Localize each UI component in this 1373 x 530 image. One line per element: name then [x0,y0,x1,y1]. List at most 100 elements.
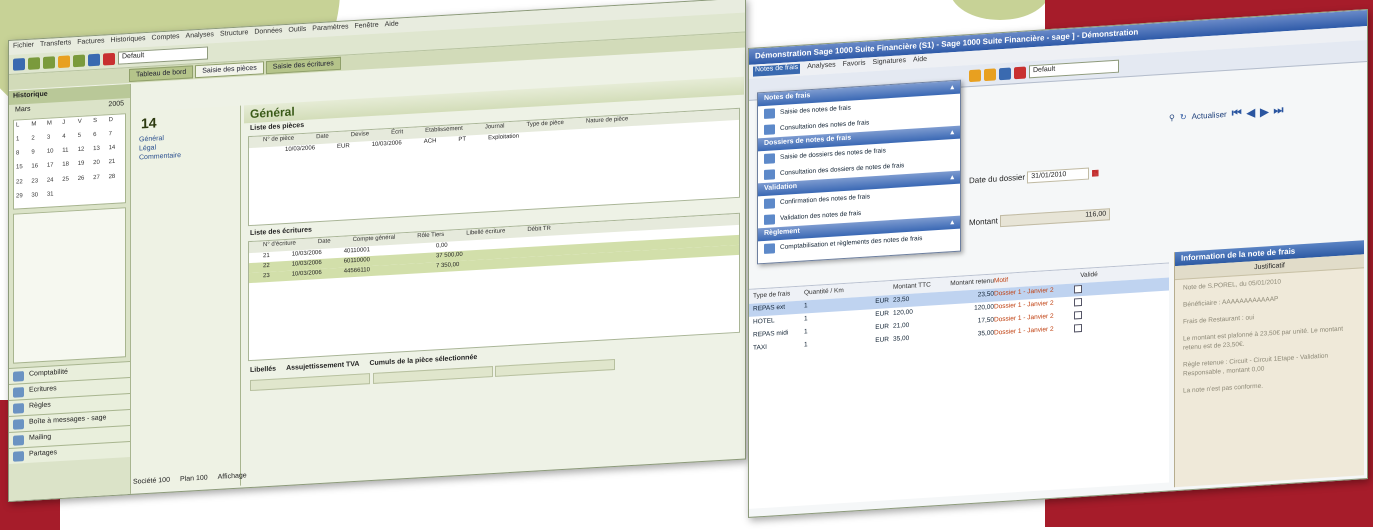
menu-item[interactable]: Transferts [40,39,71,51]
menu-item[interactable]: Signatures [873,57,906,69]
view-combo[interactable]: Default [1029,59,1119,79]
refresh-icon[interactable]: ↻ [1180,112,1187,121]
chevron-up-icon[interactable]: ▴ [950,218,954,227]
menu-item[interactable]: Analyses [186,31,214,43]
calendar-year[interactable]: 2005 [108,100,124,108]
save-icon[interactable] [28,56,40,70]
column-header[interactable]: Quantité / Km [804,286,859,297]
calendar-day[interactable]: 19 [78,161,92,175]
menu-item[interactable]: Données [254,27,282,39]
calendar-day[interactable]: 9 [31,149,45,163]
menu-item[interactable]: Fenêtre [354,22,378,33]
filter-icon[interactable]: ⚲ [1169,113,1175,122]
valid-checkbox[interactable] [1074,284,1082,294]
calendar-day[interactable]: 15 [16,164,30,178]
calendar-day[interactable]: 12 [78,146,92,160]
column-header[interactable]: Débit TR [527,226,551,236]
tab-pieces[interactable]: Saisie des pièces [195,61,264,79]
calendar-day[interactable]: 17 [47,162,61,176]
folder-icon[interactable] [58,54,70,68]
calendar-day[interactable]: 20 [93,160,107,174]
menu-item[interactable]: Paramètres [312,23,348,35]
chevron-up-icon[interactable]: ▴ [950,173,954,182]
calendar-day[interactable]: 16 [31,163,45,177]
calendar-day[interactable]: 25 [62,176,76,190]
calendar-day[interactable]: 7 [109,131,123,145]
calendar-day[interactable]: 6 [93,131,107,145]
menu-item[interactable]: Analyses [807,61,835,73]
status-tab[interactable]: Affichage [218,472,247,481]
chevron-up-icon[interactable]: ▴ [950,128,954,137]
calendar-day[interactable]: 4 [62,133,76,147]
calendar-day[interactable]: 13 [93,146,107,160]
column-header[interactable]: Montant retenu [934,278,994,290]
pdf-icon[interactable] [103,52,115,66]
open-icon[interactable] [984,67,996,81]
calendar-day[interactable]: 3 [47,134,61,148]
search-icon[interactable] [999,66,1011,80]
calendar-day[interactable]: 22 [16,178,30,192]
refresh-icon[interactable] [73,54,85,67]
menu-item[interactable]: Favoris [843,60,866,71]
column-header[interactable]: Rôle Tiers [417,232,444,243]
column-header[interactable] [859,284,889,294]
tab-ecritures[interactable]: Saisie des écritures [265,56,341,75]
menu-item[interactable]: Historiques [111,35,146,47]
calendar-day[interactable]: 24 [47,177,61,191]
column-header[interactable]: Montant TTC [889,281,934,292]
calendar-day[interactable]: 11 [62,147,76,161]
calendar-day[interactable]: 31 [47,191,61,205]
calendar-month[interactable]: Mars [15,106,31,114]
menu-item[interactable]: Notes de frais [753,63,801,77]
chevron-up-icon[interactable]: ▴ [950,83,954,92]
calendar-day[interactable]: 18 [62,162,76,176]
previous-record-icon[interactable]: ◀ [1247,106,1255,120]
calendar-day[interactable]: 2 [31,135,45,149]
valid-checkbox[interactable] [1074,297,1082,307]
search-icon[interactable] [88,53,100,66]
calendar-day[interactable]: 30 [31,192,45,206]
column-header[interactable]: N° d'écriture [263,240,296,251]
calendar-day[interactable]: 26 [78,175,92,189]
calendar-day[interactable]: 29 [16,193,30,207]
date-field[interactable]: 31/01/2010 [1027,167,1090,184]
calendar-day[interactable]: 23 [31,177,45,191]
calendar-day[interactable]: 10 [47,148,61,162]
calendar-day[interactable]: 8 [16,150,30,164]
column-header[interactable]: Validé [1074,271,1104,281]
menu-item[interactable]: Comptes [152,33,180,45]
column-header[interactable]: Journal [485,123,505,133]
history-list[interactable] [13,207,126,364]
valid-checkbox[interactable] [1074,310,1082,320]
column-header[interactable]: Écrit [391,129,403,139]
print-icon[interactable] [43,55,55,69]
last-record-icon[interactable]: ⏭ [1274,104,1284,118]
pdf-icon[interactable] [1014,66,1026,79]
menu-item[interactable]: Structure [220,29,248,41]
menu-item[interactable]: Aide [913,56,927,67]
column-header[interactable]: Date [316,134,329,144]
calendar[interactable]: L M M J V S D 1 2 3 4 5 6 7 8 9 10 11 12 13 14 15 16 17 18 19 20 21… [13,113,126,210]
calendar-icon[interactable]: ▦ [1092,168,1100,177]
first-record-icon[interactable]: ⏮ [1232,106,1242,120]
tab-dashboard[interactable]: Tableau de bord [129,65,194,83]
calendar-day[interactable]: 27 [93,174,107,188]
view-combo[interactable]: Default [118,46,208,65]
folder-icon[interactable] [969,68,981,82]
menu-item[interactable]: Factures [77,37,104,49]
menu-item[interactable]: Outils [288,26,306,37]
next-record-icon[interactable]: ▶ [1260,105,1268,119]
column-header[interactable]: Devise [351,131,369,141]
column-header[interactable]: Type de frais [749,289,804,300]
calendar-day[interactable]: 5 [78,132,92,146]
valid-checkbox[interactable] [1074,323,1082,333]
calendar-day[interactable]: 21 [109,159,123,173]
column-header[interactable]: Date [318,238,331,248]
menu-item[interactable]: Aide [385,20,399,31]
column-header[interactable]: N° de pièce [263,136,294,147]
menu-item[interactable]: Fichier [13,41,34,52]
actualiser-button[interactable]: Actualiser [1192,109,1227,120]
new-icon[interactable] [13,57,25,71]
calendar-day[interactable]: 28 [109,173,123,187]
calendar-day[interactable]: 1 [16,136,30,150]
